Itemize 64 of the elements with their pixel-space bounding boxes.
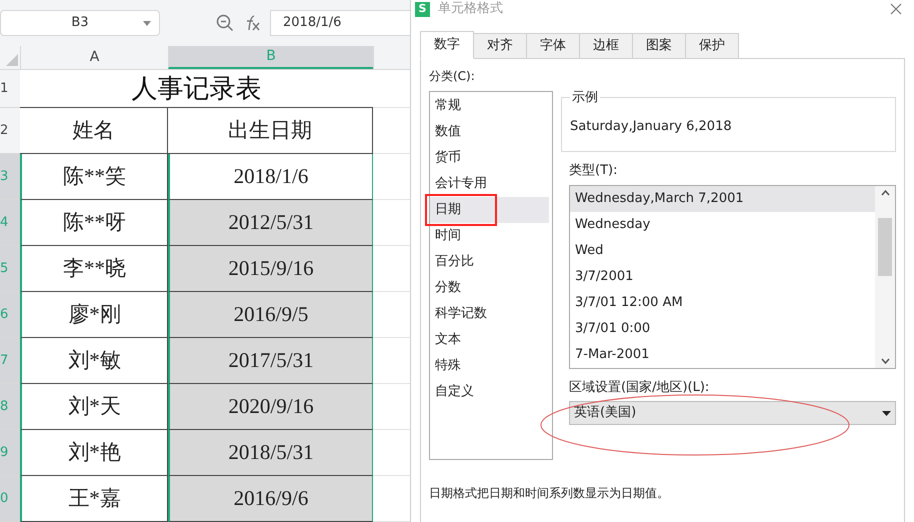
- caret-icon: [143, 21, 151, 26]
- name-box[interactable]: B3: [0, 10, 160, 36]
- window-title: 单元格格式: [438, 0, 504, 18]
- caret-icon: [882, 410, 891, 416]
- table-cell: 2012/5/31: [168, 200, 373, 246]
- tab[interactable]: 字体: [526, 33, 580, 59]
- title-cell: 人事记录表: [20, 70, 373, 108]
- table-cell: 2018/5/31: [168, 430, 373, 476]
- tab[interactable]: 对齐: [473, 33, 527, 59]
- category-item[interactable]: 科学记数: [430, 301, 549, 327]
- annotation-box: [425, 194, 497, 226]
- scroll-thumb[interactable]: [878, 218, 892, 276]
- type-item[interactable]: 3/7/01 0:00: [570, 316, 875, 342]
- table-cell: 李**晓: [20, 246, 168, 292]
- category-item[interactable]: 特殊: [430, 353, 549, 379]
- table-cell: 2015/9/16: [168, 246, 373, 292]
- category-item[interactable]: 货币: [430, 145, 549, 171]
- locale-label: 区域设置(国家/地区)(L):: [569, 378, 710, 396]
- app-logo: S: [415, 2, 430, 16]
- table-cell: 2017/5/31: [168, 338, 373, 384]
- scroll-down-icon[interactable]: [880, 358, 890, 364]
- zoom-icon[interactable]: [216, 14, 234, 32]
- table-cell: 刘*天: [20, 384, 168, 430]
- type-list[interactable]: Wednesday,March 7,2001 Wednesday Wed 3/7/2001 3/7/01 12:00 AM 3/7/01 0:00 7-Mar-2001: [569, 184, 896, 368]
- category-item[interactable]: 时间: [430, 223, 549, 249]
- type-label: 类型(T):: [569, 162, 618, 180]
- scrollbar[interactable]: [875, 186, 895, 368]
- table-cell: 2016/9/5: [168, 292, 373, 338]
- type-item[interactable]: Wednesday: [570, 212, 875, 238]
- type-item[interactable]: Wednesday,March 7,2001: [570, 186, 875, 212]
- category-item[interactable]: 常规: [430, 93, 549, 119]
- category-item[interactable]: 日期: [430, 197, 549, 223]
- column-heading-cell: 姓名: [20, 108, 168, 154]
- type-item[interactable]: 3/7/2001: [570, 264, 875, 290]
- category-item[interactable]: 数值: [430, 119, 549, 145]
- table-cell: 刘*艳: [20, 430, 168, 476]
- description-text: 日期格式把日期和时间系列数显示为日期值。: [429, 485, 670, 502]
- table-cell: 2020/9/16: [168, 384, 373, 430]
- tab[interactable]: 边框: [579, 33, 633, 59]
- category-item[interactable]: 分数: [430, 275, 549, 301]
- locale-dropdown[interactable]: 英语(美国): [569, 401, 896, 425]
- tab[interactable]: 保护: [685, 33, 739, 59]
- tab[interactable]: 图案: [632, 33, 686, 59]
- table-cell: 2018/1/6: [168, 154, 373, 200]
- table-cell: 陈**笑: [20, 154, 168, 200]
- table-cell: 陈**呀: [20, 200, 168, 246]
- column-heading-cell: 出生日期: [168, 108, 373, 154]
- tab[interactable]: 数字: [420, 31, 474, 59]
- formula-field[interactable]: 2018/1/6: [270, 10, 410, 36]
- category-item[interactable]: 自定义: [430, 379, 549, 405]
- table-cell: 刘*敏: [20, 338, 168, 384]
- table-cell: 2016/9/6: [168, 476, 373, 522]
- sample-value: Saturday,January 6,2018: [570, 118, 732, 136]
- category-item[interactable]: 文本: [430, 327, 549, 353]
- table-cell: 王*嘉: [20, 476, 168, 522]
- type-item[interactable]: 7-Mar-2001: [570, 342, 875, 368]
- category-item[interactable]: 百分比: [430, 249, 549, 275]
- category-label: 分类(C):: [429, 68, 476, 85]
- category-item[interactable]: 会计专用: [430, 171, 549, 197]
- close-icon[interactable]: [890, 3, 902, 15]
- table-cell: 廖*刚: [20, 292, 168, 338]
- type-item[interactable]: Wed: [570, 238, 875, 264]
- type-item[interactable]: 3/7/01 12:00 AM: [570, 290, 875, 316]
- scroll-up-icon[interactable]: [880, 190, 890, 196]
